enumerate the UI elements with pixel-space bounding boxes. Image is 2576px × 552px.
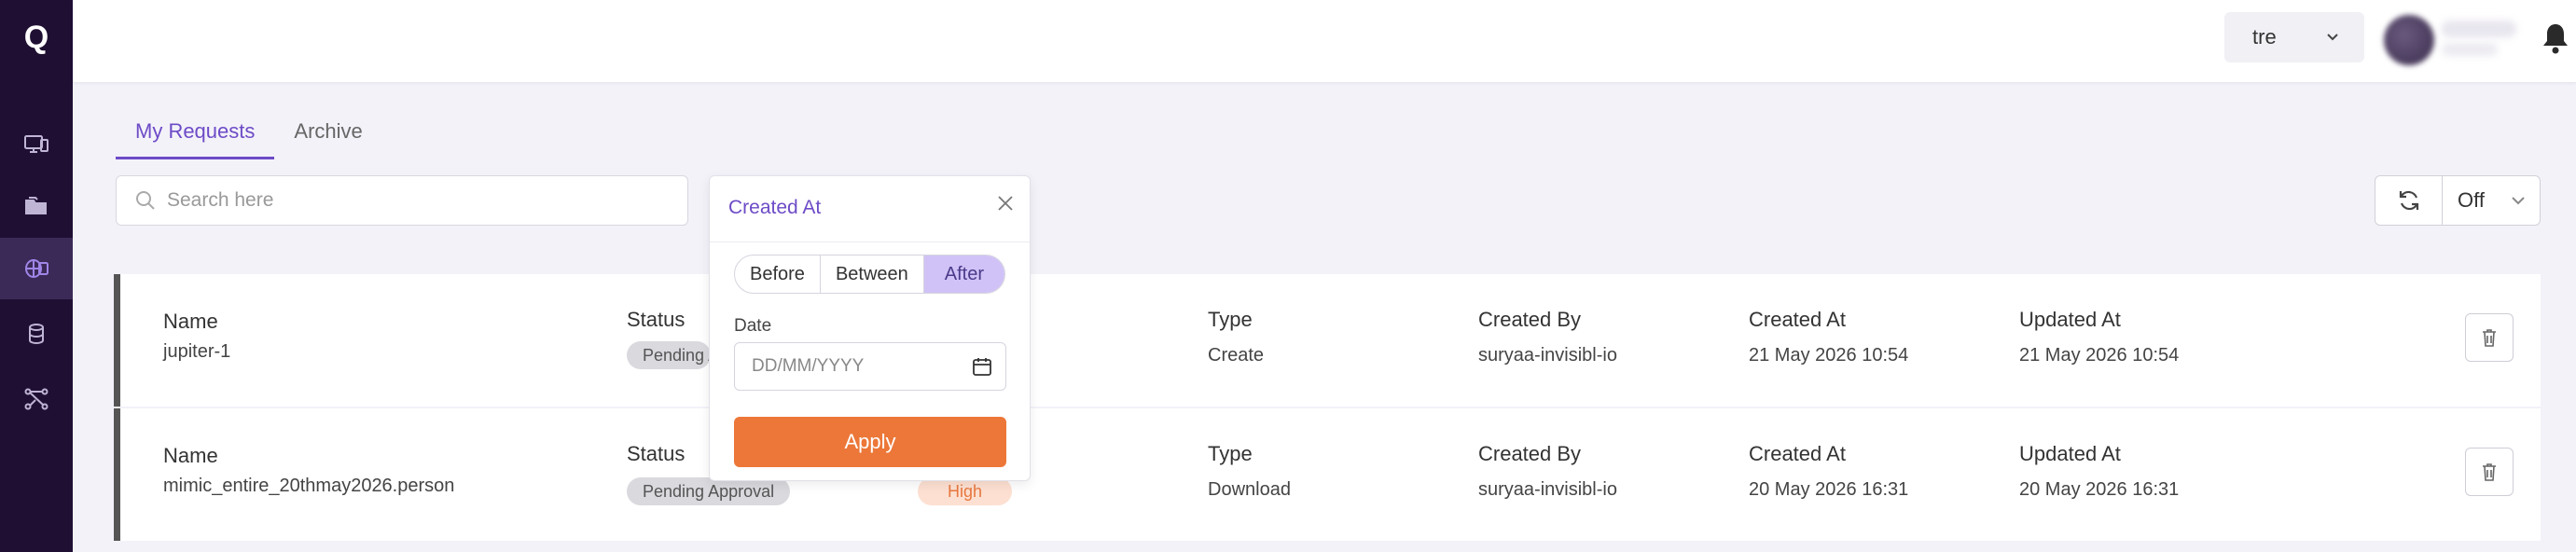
tab-my-requests[interactable]: My Requests: [116, 116, 275, 159]
trash-icon: [2483, 329, 2496, 347]
option-after[interactable]: After: [923, 255, 1005, 293]
app-logo[interactable]: Q: [0, 0, 73, 75]
request-row[interactable]: Name mimic_entire_20thmay2026.person Sta…: [114, 408, 2541, 541]
sidebar-item-pipelines[interactable]: [0, 368, 73, 430]
created-by-value: suryaa-invisibl-io: [1478, 479, 1617, 500]
monitor-icon: [24, 135, 48, 153]
request-name: jupiter-1: [163, 341, 231, 362]
created-by-label: Created By: [1478, 308, 1582, 331]
priority-badge: High: [918, 477, 1013, 505]
auto-refresh-control: Off: [2375, 175, 2541, 226]
option-between[interactable]: Between: [821, 255, 924, 293]
created-by-label: Created By: [1478, 442, 1582, 465]
status-label: Status: [627, 442, 686, 465]
created-at-value: 20 May 2026 16:31: [1749, 479, 1909, 500]
status-badge: Pending Approval: [627, 341, 711, 369]
type-label: Type: [1208, 442, 1253, 465]
refresh-interval-select[interactable]: Off: [2443, 188, 2540, 213]
refresh-interval-value: Off: [2458, 188, 2485, 212]
avatar[interactable]: [2384, 15, 2434, 65]
updated-at-value: 21 May 2026 10:54: [2019, 345, 2180, 366]
workspace-select[interactable]: tre: [2224, 12, 2364, 62]
created-at-label: Created At: [1749, 442, 1846, 465]
refresh-icon: [2399, 190, 2418, 211]
name-label: Name: [163, 310, 218, 333]
date-mode-selector: Before Between After: [734, 255, 1006, 294]
request-type: Create: [1208, 345, 1265, 366]
created-at-label: Created At: [1749, 308, 1846, 331]
status-badge: Pending Approval: [627, 477, 791, 505]
sidebar-item-folders[interactable]: [0, 175, 73, 237]
network-icon: [24, 388, 48, 410]
created-by-value: suryaa-invisibl-io: [1478, 345, 1617, 366]
calendar-icon[interactable]: [972, 356, 992, 377]
chevron-down-icon: [2327, 34, 2338, 41]
type-label: Type: [1208, 308, 1253, 331]
refresh-button[interactable]: [2375, 176, 2443, 225]
name-label: Name: [163, 444, 218, 467]
sidebar-item-database[interactable]: [0, 303, 73, 365]
user-name-blurred: [2442, 21, 2516, 37]
close-button[interactable]: [991, 189, 1019, 217]
search-input[interactable]: [167, 189, 671, 212]
request-type: Download: [1208, 479, 1291, 500]
updated-at-value: 20 May 2026 16:31: [2019, 479, 2180, 500]
search-box: [116, 175, 688, 226]
search-icon: [136, 191, 155, 210]
date-placeholder: DD/MM/YYYY: [752, 356, 865, 376]
trash-icon: [2483, 463, 2496, 481]
created-at-value: 21 May 2026 10:54: [1749, 345, 1909, 366]
bell-icon[interactable]: [2539, 21, 2572, 56]
created-at-filter-popover: Created At Before Between After Date DD/…: [709, 175, 1031, 481]
tab-archive[interactable]: Archive: [274, 116, 381, 159]
chevron-down-icon: [2512, 197, 2525, 205]
requests-icon: [25, 259, 48, 278]
date-input[interactable]: DD/MM/YYYY: [734, 342, 1006, 391]
workspace-select-value: tre: [2252, 25, 2277, 48]
status-label: Status: [627, 308, 686, 331]
request-tabs: My Requests Archive: [116, 116, 382, 159]
option-before[interactable]: Before: [735, 255, 821, 293]
sidebar: Q: [0, 0, 73, 552]
popover-title: Created At: [728, 197, 822, 218]
sidebar-item-devices[interactable]: [0, 114, 73, 175]
updated-at-label: Updated At: [2019, 442, 2121, 465]
request-name: mimic_entire_20thmay2026.person: [163, 476, 455, 496]
top-header: tre: [73, 0, 2576, 82]
user-role-blurred: [2442, 43, 2498, 56]
updated-at-label: Updated At: [2019, 308, 2121, 331]
delete-button[interactable]: [2465, 448, 2514, 496]
delete-button[interactable]: [2465, 313, 2514, 362]
sidebar-item-requests[interactable]: [0, 238, 73, 299]
date-label: Date: [734, 316, 772, 336]
database-icon: [29, 324, 44, 345]
folder-icon: [25, 197, 47, 214]
close-icon: [998, 196, 1013, 211]
apply-button[interactable]: Apply: [734, 417, 1006, 467]
request-row[interactable]: Name jupiter-1 Status Pending Approval T…: [114, 274, 2541, 407]
